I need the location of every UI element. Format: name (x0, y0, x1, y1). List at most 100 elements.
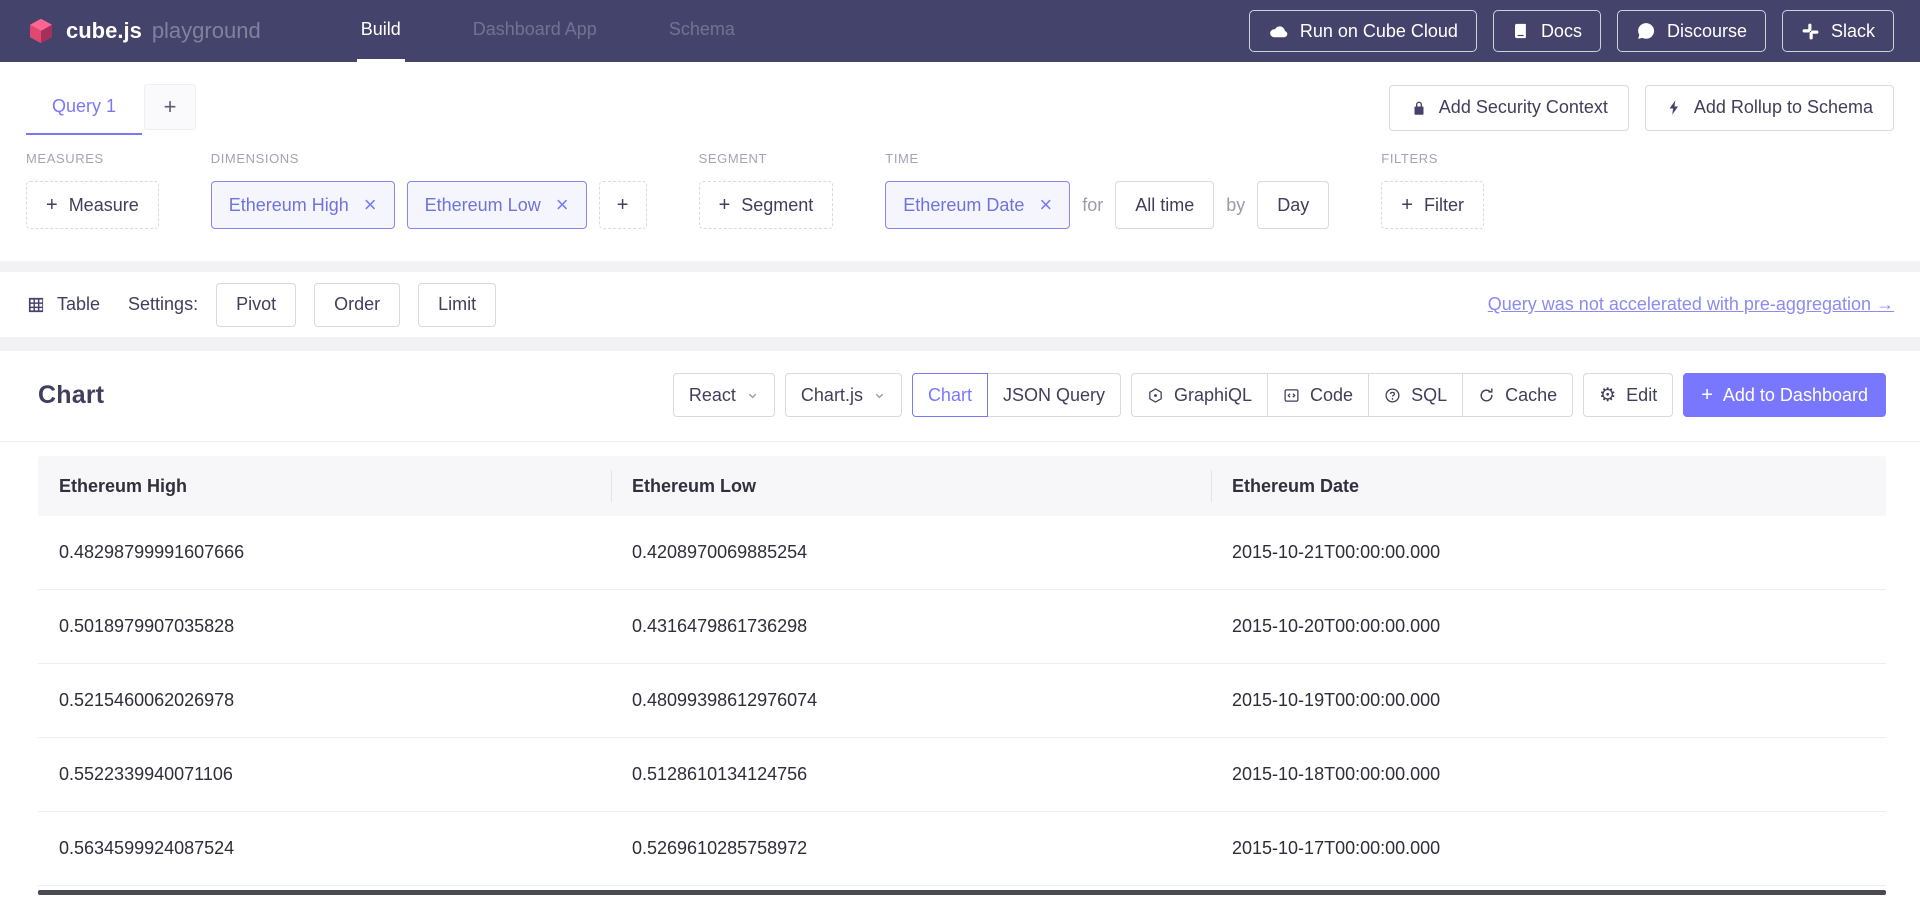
tabs-actions: Add Security Context Add Rollup to Schem… (1389, 85, 1894, 131)
graphiql-label: GraphiQL (1174, 385, 1252, 406)
table-header-row: Ethereum High Ethereum Low Ethereum Date (38, 456, 1886, 516)
cache-button[interactable]: Cache (1462, 373, 1573, 417)
cubejs-logo[interactable]: cube.js playground (26, 16, 261, 46)
cloud-icon (1268, 21, 1289, 42)
gear-icon: ⚙ (1599, 386, 1616, 405)
dimensions-group: DIMENSIONS Ethereum High × Ethereum Low … (211, 151, 647, 229)
framework-select[interactable]: React (673, 373, 775, 417)
segment-group: SEGMENT + Segment (699, 151, 834, 229)
table-cell: 0.48099398612976074 (611, 690, 1211, 711)
edit-button[interactable]: ⚙ Edit (1583, 373, 1673, 417)
sql-button[interactable]: SQL (1368, 373, 1463, 417)
column-header-ethereum-date[interactable]: Ethereum Date (1211, 456, 1886, 516)
table-cell: 0.5269610285758972 (611, 838, 1211, 859)
slack-label: Slack (1831, 21, 1875, 42)
add-segment-label: Segment (741, 195, 813, 216)
add-query-tab-button[interactable]: + (144, 84, 196, 130)
table-cell: 2015-10-18T00:00:00.000 (1211, 764, 1886, 785)
logo-suffix: playground (152, 18, 261, 44)
add-security-context-label: Add Security Context (1439, 97, 1608, 118)
dimension-tag-label: Ethereum Low (425, 195, 541, 216)
nav-dashboard-app[interactable]: Dashboard App (469, 0, 601, 62)
docs-label: Docs (1541, 21, 1582, 42)
chart-library-select-value: Chart.js (801, 385, 863, 406)
plus-icon: + (46, 195, 58, 215)
graphiql-button[interactable]: GraphiQL (1131, 373, 1268, 417)
table-cell: 2015-10-17T00:00:00.000 (1211, 838, 1886, 859)
nav-schema[interactable]: Schema (665, 0, 739, 62)
close-icon[interactable]: × (556, 194, 569, 216)
result-table: Ethereum High Ethereum Low Ethereum Date… (38, 456, 1886, 895)
code-label: Code (1310, 385, 1353, 406)
table-row: 0.48298799991607666 0.4208970069885254 2… (38, 516, 1886, 590)
dimension-tag-ethereum-low[interactable]: Ethereum Low × (407, 181, 587, 229)
logo-brand: cube.js (66, 18, 142, 44)
edit-label: Edit (1626, 385, 1657, 406)
add-measure-button[interactable]: + Measure (26, 181, 159, 229)
time-dimension-tag-ethereum-date[interactable]: Ethereum Date × (885, 181, 1070, 229)
table-view-label: Table (57, 294, 100, 315)
query-builder: MEASURES + Measure DIMENSIONS Ethereum H… (0, 135, 1920, 261)
cube-logo-icon (26, 16, 56, 46)
code-icon (1283, 387, 1300, 404)
add-segment-button[interactable]: + Segment (699, 181, 834, 229)
plus-icon: + (164, 94, 177, 120)
cache-label: Cache (1505, 385, 1557, 406)
dimension-tag-label: Ethereum High (229, 195, 349, 216)
chart-card: Chart React Chart.js Chart JSON Query (0, 351, 1920, 899)
table-row: 0.5215460062026978 0.48099398612976074 2… (38, 664, 1886, 738)
close-icon[interactable]: × (364, 194, 377, 216)
table-cell: 2015-10-20T00:00:00.000 (1211, 616, 1886, 637)
time-label: TIME (885, 151, 1329, 166)
dev-tools-group: GraphiQL Code SQL (1131, 373, 1573, 417)
chevron-down-icon (746, 389, 759, 402)
pivot-button[interactable]: Pivot (216, 283, 296, 327)
table-cell: 0.5215460062026978 (38, 690, 611, 711)
for-connector-label: for (1082, 195, 1103, 216)
add-measure-label: Measure (69, 195, 139, 216)
run-on-cube-cloud-label: Run on Cube Cloud (1300, 21, 1458, 42)
by-connector-label: by (1226, 195, 1245, 216)
add-security-context-button[interactable]: Add Security Context (1389, 85, 1629, 131)
limit-button[interactable]: Limit (418, 283, 496, 327)
slack-icon (1801, 22, 1820, 41)
docs-button[interactable]: Docs (1493, 10, 1601, 52)
slack-button[interactable]: Slack (1782, 10, 1894, 52)
navbar-actions: Run on Cube Cloud Docs Discourse (1249, 10, 1894, 52)
add-filter-button[interactable]: + Filter (1381, 181, 1484, 229)
tab-query-1[interactable]: Query 1 (26, 79, 142, 135)
speech-bubble-icon (1636, 21, 1656, 41)
code-button[interactable]: Code (1267, 373, 1369, 417)
table-cell: 2015-10-21T00:00:00.000 (1211, 542, 1886, 563)
table-view-toggle[interactable]: Table (26, 294, 100, 315)
dimension-tag-ethereum-high[interactable]: Ethereum High × (211, 181, 395, 229)
chart-library-select[interactable]: Chart.js (785, 373, 902, 417)
add-rollup-to-schema-button[interactable]: Add Rollup to Schema (1645, 85, 1894, 131)
add-to-dashboard-button[interactable]: + Add to Dashboard (1683, 373, 1886, 417)
chevron-down-icon (873, 389, 886, 402)
top-navbar: cube.js playground Build Dashboard App S… (0, 0, 1920, 62)
view-chart-button[interactable]: Chart (912, 373, 988, 417)
column-header-ethereum-low[interactable]: Ethereum Low (611, 456, 1211, 516)
filters-group: FILTERS + Filter (1381, 151, 1484, 229)
discourse-button[interactable]: Discourse (1617, 10, 1766, 52)
date-range-button[interactable]: All time (1115, 181, 1214, 229)
column-header-ethereum-high[interactable]: Ethereum High (38, 456, 611, 516)
add-dimension-button[interactable]: + (599, 181, 647, 229)
discourse-label: Discourse (1667, 21, 1747, 42)
view-json-query-button[interactable]: JSON Query (987, 373, 1121, 417)
nav-build[interactable]: Build (357, 0, 405, 62)
horizontal-scrollbar[interactable] (38, 890, 1886, 895)
run-on-cube-cloud-button[interactable]: Run on Cube Cloud (1249, 10, 1477, 52)
table-grid-icon (26, 295, 46, 315)
sql-label: SQL (1411, 385, 1447, 406)
preaggregation-link[interactable]: Query was not accelerated with pre-aggre… (1488, 294, 1894, 315)
close-icon[interactable]: × (1039, 194, 1052, 216)
table-row: 0.5522339940071106 0.5128610134124756 20… (38, 738, 1886, 812)
settings-bar: Table Settings: Pivot Order Limit Query … (0, 272, 1920, 337)
granularity-button[interactable]: Day (1257, 181, 1329, 229)
table-cell: 0.48298799991607666 (38, 542, 611, 563)
time-dimension-tag-label: Ethereum Date (903, 195, 1024, 216)
order-button[interactable]: Order (314, 283, 400, 327)
plus-icon: + (617, 195, 629, 215)
